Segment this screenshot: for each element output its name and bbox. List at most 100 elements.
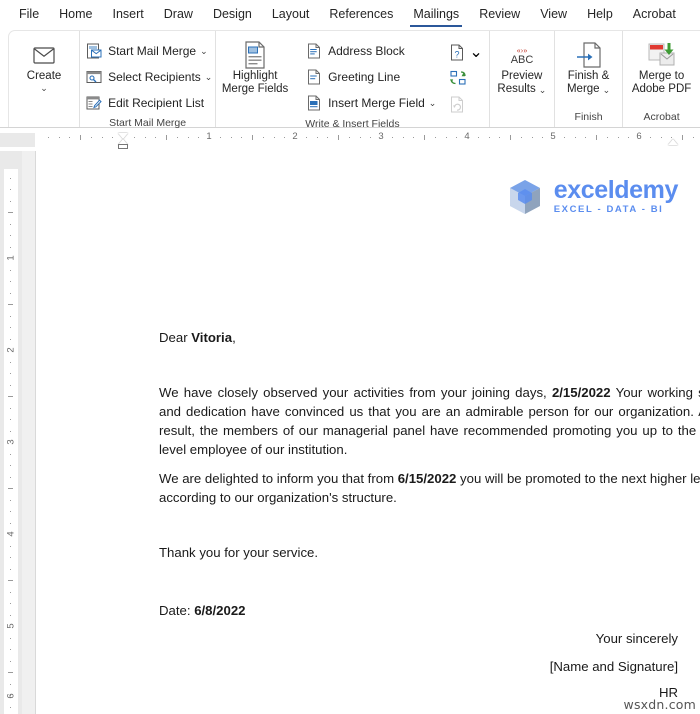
hruler-number-5: 5 — [550, 131, 556, 142]
insert-merge-field-button[interactable]: Insert Merge Field ⌄ — [300, 90, 440, 116]
address-block-button[interactable]: Address Block — [300, 38, 440, 64]
hruler-number-2: 2 — [292, 131, 298, 142]
hruler-number-6: 6 — [636, 131, 642, 142]
chevron-down-icon[interactable]: ⌄ — [205, 72, 213, 83]
address-block-label: Address Block — [328, 44, 405, 58]
ribbon-group-create: Create ⌄ — [9, 31, 79, 127]
paragraph-promotion-date: We are delighted to inform you that from… — [159, 469, 700, 507]
match-fields-button[interactable] — [450, 65, 482, 91]
highlight-merge-fields-button[interactable]: Highlight Merge Fields — [216, 34, 294, 96]
merge-to-adobe-pdf-line1: Merge to — [638, 70, 685, 82]
ribbon-group-create-label — [9, 110, 79, 127]
edit-recipient-list-button[interactable]: Edit Recipient List — [80, 90, 216, 116]
document-canvas: exceldemy EXCEL - DATA - BI Dear Vitoria… — [22, 151, 700, 714]
tab-help[interactable]: Help — [578, 3, 622, 26]
watermark: wsxdn.com — [623, 697, 696, 712]
insert-merge-field-icon — [304, 94, 323, 112]
tab-mailings[interactable]: Mailings — [404, 3, 468, 27]
horizontal-ruler[interactable]: 1 2 3 4 5 6 — [0, 129, 700, 151]
exceldemy-logo: exceldemy EXCEL - DATA - BI — [505, 177, 678, 217]
rules-button[interactable]: ? ⌄ — [450, 39, 483, 65]
hruler-number-1: 1 — [206, 131, 212, 142]
ribbon-group-start-mail-merge: Start Mail Merge ⌄ Select Recipients ⌄ E… — [79, 31, 216, 129]
document-page[interactable]: exceldemy EXCEL - DATA - BI Dear Vitoria… — [35, 151, 700, 714]
vruler-number-4: 4 — [5, 531, 17, 537]
chevron-down-icon[interactable]: ⌄ — [40, 84, 48, 93]
greeting-line-button[interactable]: Greeting Line — [300, 64, 440, 90]
highlight-merge-fields-icon — [242, 40, 268, 70]
chevron-down-icon[interactable]: ⌄ — [603, 85, 611, 95]
merge-to-adobe-pdf-button[interactable]: Merge to Adobe PDF — [624, 34, 700, 96]
tab-view[interactable]: View — [531, 3, 576, 26]
vertical-ruler[interactable]: 1 2 3 4 5 6 — [0, 151, 22, 714]
update-labels-button[interactable] — [450, 91, 482, 117]
highlight-merge-fields-line1: Highlight — [232, 70, 278, 82]
ribbon-group-acrobat: Merge to Adobe PDF Acrobat — [622, 31, 700, 127]
salutation-name: Vitoria — [191, 330, 233, 345]
preview-results-line2: Results — [497, 83, 536, 95]
create-button[interactable]: Create ⌄ — [13, 34, 75, 93]
ribbon-tab-strip: File Home Insert Draw Design Layout Refe… — [0, 0, 700, 28]
finish-and-merge-line1: Finish & — [567, 70, 610, 82]
para2-promotion-date: 6/15/2022 — [397, 471, 457, 486]
paragraph-joining-date: We have closely observed your activities… — [159, 383, 700, 459]
tab-layout[interactable]: Layout — [263, 3, 319, 26]
edit-recipient-list-icon — [84, 94, 103, 112]
para2-text-a: We are delighted to inform you that from — [159, 471, 398, 486]
tab-file[interactable]: File — [10, 3, 48, 26]
date-label: Date: — [159, 603, 195, 618]
tab-home[interactable]: Home — [50, 3, 101, 26]
salutation-prefix: Dear — [159, 330, 192, 345]
finish-merge-icon — [575, 40, 603, 70]
tab-draw[interactable]: Draw — [155, 3, 202, 26]
select-recipients-button[interactable]: Select Recipients ⌄ — [80, 64, 216, 90]
start-mail-merge-label: Start Mail Merge — [108, 44, 197, 58]
address-block-icon — [304, 42, 323, 60]
start-mail-merge-button[interactable]: Start Mail Merge ⌄ — [80, 38, 216, 64]
vruler-number-5: 5 — [5, 623, 17, 629]
tab-acrobat[interactable]: Acrobat — [624, 3, 685, 26]
left-indent-marker[interactable] — [118, 144, 128, 149]
chevron-down-icon[interactable]: ⌄ — [200, 46, 208, 57]
ribbon-group-preview-results-label — [490, 110, 554, 127]
finish-and-merge-button[interactable]: Finish & Merge ⌄ — [556, 34, 622, 96]
hruler-number-4: 4 — [464, 131, 470, 142]
chevron-down-icon[interactable]: ⌄ — [469, 42, 482, 62]
preview-results-button[interactable]: «›» ABC Preview Results ⌄ — [490, 34, 554, 96]
greeting-line-icon — [304, 68, 323, 86]
select-recipients-label: Select Recipients — [108, 70, 201, 84]
svg-text:ABC: ABC — [511, 54, 534, 66]
document-body[interactable]: exceldemy EXCEL - DATA - BI Dear Vitoria… — [139, 151, 700, 714]
finish-and-merge-line2: Merge — [566, 83, 600, 95]
thank-you-line: Thank you for your service. — [159, 545, 319, 560]
horizontal-ruler-margin-left — [0, 133, 35, 147]
select-recipients-icon — [84, 68, 103, 86]
preview-results-line1: Preview — [501, 70, 543, 82]
letter-date-line: Date: 6/8/2022 — [159, 601, 246, 620]
ribbon-group-finish: Finish & Merge ⌄ Finish — [553, 31, 622, 127]
closing-line: Your sincerely — [595, 631, 678, 646]
highlight-merge-fields-line2: Merge Fields — [221, 83, 289, 95]
preview-results-abc-icon: «›» ABC — [507, 40, 537, 70]
start-mail-merge-icon — [84, 42, 103, 60]
logo-name: exceldemy — [553, 176, 679, 204]
tab-references[interactable]: References — [320, 3, 402, 26]
ribbon-group-write-insert-fields: Highlight Merge Fields Address Block Gre… — [215, 31, 489, 130]
vruler-number-6: 6 — [5, 693, 17, 699]
salutation-line: Dear Vitoria, — [159, 328, 236, 347]
greeting-line-label: Greeting Line — [328, 70, 401, 84]
right-indent-marker[interactable] — [668, 139, 678, 145]
svg-text:?: ? — [455, 49, 460, 59]
tab-insert[interactable]: Insert — [104, 3, 153, 26]
tab-review[interactable]: Review — [470, 3, 529, 26]
chevron-down-icon[interactable]: ⌄ — [429, 98, 437, 109]
edit-recipient-list-label: Edit Recipient List — [108, 96, 205, 110]
vruler-number-3: 3 — [5, 439, 17, 445]
match-fields-icon — [450, 70, 467, 86]
chevron-down-icon[interactable]: ⌄ — [539, 85, 547, 95]
salutation-suffix: , — [232, 330, 236, 345]
signature-line: [Name and Signature] — [549, 659, 678, 674]
ribbon-group-preview-results: «›» ABC Preview Results ⌄ — [488, 31, 554, 127]
para1-text-a: We have closely observed your activities… — [159, 385, 552, 400]
tab-design[interactable]: Design — [204, 3, 261, 26]
